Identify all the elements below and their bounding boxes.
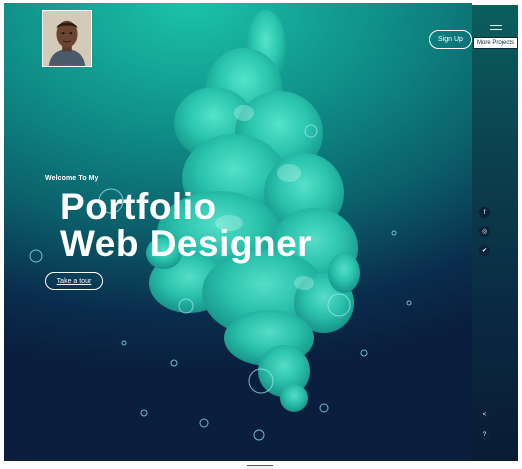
title-line-web-designer: Web Designer <box>60 223 313 264</box>
more-projects-button[interactable]: More Projects <box>473 37 518 49</box>
sign-up-button[interactable]: Sign Up <box>429 30 472 49</box>
avatar <box>42 10 92 67</box>
page: Welcome To My Portfolio Web Designer Tak… <box>0 0 522 469</box>
help-icon[interactable]: ? <box>479 429 490 440</box>
facebook-icon[interactable]: f <box>479 207 490 218</box>
instagram-icon[interactable]: ◎ <box>479 226 490 237</box>
profile-photo <box>43 11 91 66</box>
hamburger-icon[interactable] <box>490 25 502 32</box>
twitter-icon[interactable]: ✔ <box>479 245 490 256</box>
menu-line <box>490 29 502 30</box>
hero-section: Welcome To My Portfolio Web Designer Tak… <box>4 3 472 461</box>
title-line-portfolio: Portfolio <box>60 186 217 227</box>
right-rail: More Projects f ◎ ✔ < ? <box>472 5 518 461</box>
scrollbar-thumb[interactable] <box>247 465 273 469</box>
take-a-tour-button[interactable]: Take a tour <box>45 272 103 290</box>
menu-line <box>490 25 502 26</box>
welcome-text: Welcome To My <box>45 175 99 182</box>
share-icon[interactable]: < <box>479 409 490 420</box>
page-title: Portfolio Web Designer <box>60 188 312 262</box>
